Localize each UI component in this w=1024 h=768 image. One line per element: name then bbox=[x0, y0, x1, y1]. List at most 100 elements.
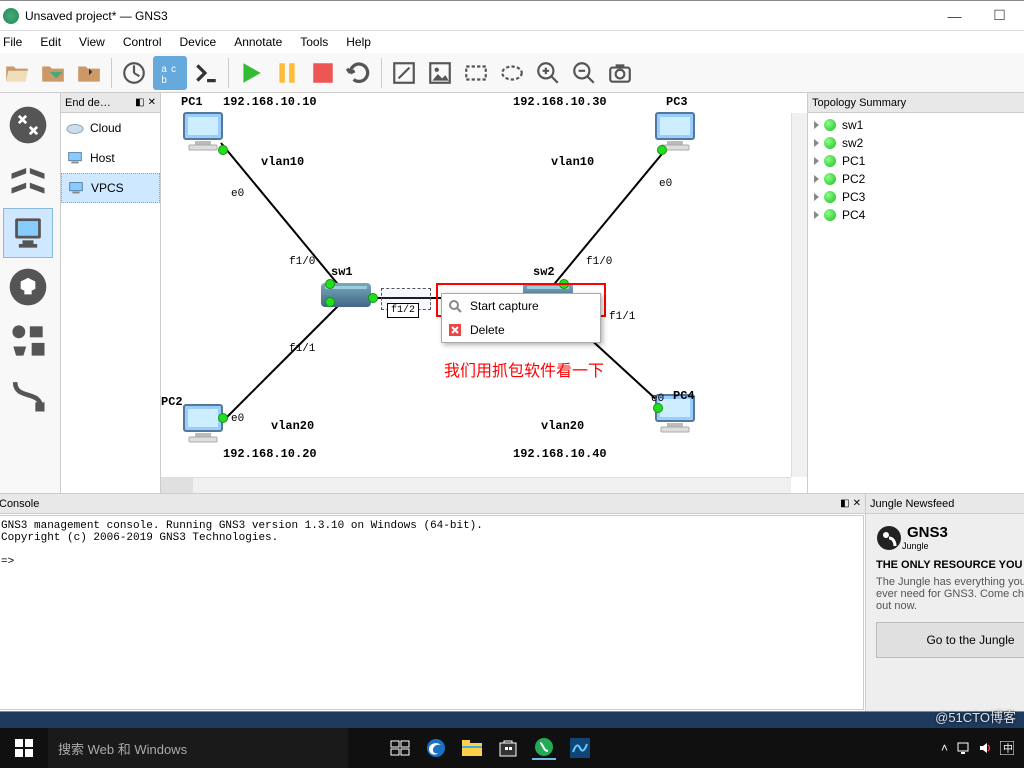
newsfeed-header: Jungle Newsfeed◧✕ bbox=[866, 494, 1024, 514]
store-icon[interactable] bbox=[496, 736, 520, 760]
topology-header: Topology Summary◧✕ bbox=[808, 93, 1024, 113]
windows-taskbar: 搜索 Web 和 Windows ˄ 中 bbox=[0, 728, 1024, 768]
status-dot-icon bbox=[824, 209, 836, 221]
devices-panel-header: End de…◧✕ bbox=[61, 93, 160, 113]
label-pc4: PC4 bbox=[673, 389, 695, 403]
menu-view[interactable]: View bbox=[79, 35, 105, 49]
image-icon[interactable] bbox=[423, 56, 457, 90]
annotation-text: 我们用抓包软件看一下 bbox=[444, 357, 604, 381]
all-devices-icon[interactable] bbox=[3, 316, 53, 366]
console-output[interactable]: GNS3 management console. Running GNS3 ve… bbox=[0, 515, 864, 710]
zoom-out-icon[interactable] bbox=[567, 56, 601, 90]
go-to-jungle-button[interactable]: Go to the Jungle bbox=[876, 622, 1024, 658]
play-icon[interactable] bbox=[234, 56, 268, 90]
topology-canvas[interactable]: PC1 PC2 PC3 PC4 sw1 sw2 192.168.10.10 19… bbox=[161, 93, 807, 493]
vlan-label: vlan20 bbox=[271, 419, 314, 433]
ip-pc3: 192.168.10.30 bbox=[513, 95, 607, 109]
menu-file[interactable]: File bbox=[3, 35, 22, 49]
svg-text:b: b bbox=[161, 74, 167, 85]
tray-up-icon[interactable]: ˄ bbox=[941, 741, 948, 755]
tray-volume-icon[interactable] bbox=[978, 741, 992, 755]
node-pc2-icon[interactable] bbox=[179, 403, 227, 443]
port-label: f1/1 bbox=[609, 311, 635, 323]
ctx-delete[interactable]: Delete bbox=[442, 318, 600, 342]
snapshot-icon[interactable] bbox=[117, 56, 151, 90]
start-button[interactable] bbox=[0, 728, 48, 768]
topo-item-sw2[interactable]: sw2 bbox=[814, 134, 1024, 152]
label-pc1: PC1 bbox=[181, 95, 203, 109]
menu-help[interactable]: Help bbox=[346, 35, 371, 49]
router-category-icon[interactable] bbox=[3, 100, 53, 150]
edge-icon[interactable] bbox=[424, 736, 448, 760]
security-category-icon[interactable] bbox=[3, 262, 53, 312]
import-icon[interactable] bbox=[72, 56, 106, 90]
topo-item-pc4[interactable]: PC4 bbox=[814, 206, 1024, 224]
link-endpoint bbox=[325, 279, 335, 289]
port-label: e0 bbox=[651, 393, 664, 405]
news-headline: THE ONLY RESOURCE YOU NEED bbox=[876, 559, 1024, 571]
port-label: f1/0 bbox=[289, 256, 315, 268]
svg-text:c: c bbox=[171, 63, 176, 74]
status-dot-icon bbox=[824, 119, 836, 131]
link-tool-icon[interactable] bbox=[3, 370, 53, 420]
label-sw1: sw1 bbox=[331, 265, 353, 279]
status-dot-icon bbox=[824, 191, 836, 203]
ctx-start-capture[interactable]: Start capture bbox=[442, 294, 600, 318]
panel-float-icon[interactable]: ◧ bbox=[135, 97, 144, 108]
newsfeed-panel: Jungle Newsfeed◧✕ GNS3Jungle THE ONLY RE… bbox=[865, 494, 1024, 711]
tray-ime-icon[interactable]: 中 bbox=[1000, 741, 1014, 755]
device-cloud[interactable]: Cloud bbox=[61, 113, 160, 143]
task-view-icon[interactable] bbox=[388, 736, 412, 760]
end-device-category-icon[interactable] bbox=[3, 208, 53, 258]
note-icon[interactable] bbox=[387, 56, 421, 90]
link-endpoint bbox=[368, 293, 378, 303]
minimize-button[interactable]: — bbox=[932, 1, 977, 30]
menu-tools[interactable]: Tools bbox=[300, 35, 328, 49]
title-bar: Unsaved project* — GNS3 — ☐ ✕ bbox=[0, 1, 1024, 31]
link-endpoint bbox=[218, 413, 228, 423]
menu-device[interactable]: Device bbox=[180, 35, 217, 49]
switch-category-icon[interactable] bbox=[3, 154, 53, 204]
screenshot-icon[interactable] bbox=[603, 56, 637, 90]
taskbar-search[interactable]: 搜索 Web 和 Windows bbox=[48, 728, 348, 768]
app-taskbar-icon[interactable] bbox=[532, 736, 556, 760]
canvas-scroll-v[interactable] bbox=[791, 113, 807, 477]
show-names-icon[interactable]: acb bbox=[153, 56, 187, 90]
panel-close-icon[interactable]: ✕ bbox=[148, 97, 156, 108]
svg-text:a: a bbox=[161, 63, 167, 74]
label-pc3: PC3 bbox=[666, 95, 688, 109]
console-icon[interactable] bbox=[189, 56, 223, 90]
stop-icon[interactable] bbox=[306, 56, 340, 90]
explorer-icon[interactable] bbox=[460, 736, 484, 760]
open-icon[interactable] bbox=[0, 56, 34, 90]
wireshark-taskbar-icon[interactable] bbox=[568, 736, 592, 760]
status-dot-icon bbox=[824, 137, 836, 149]
menu-annotate[interactable]: Annotate bbox=[234, 35, 282, 49]
device-host[interactable]: Host bbox=[61, 143, 160, 173]
link-endpoint bbox=[218, 145, 228, 155]
ellipse-icon[interactable] bbox=[495, 56, 529, 90]
device-vpcs[interactable]: VPCS bbox=[61, 173, 160, 203]
maximize-button[interactable]: ☐ bbox=[977, 1, 1022, 30]
system-tray[interactable]: ˄ 中 bbox=[931, 741, 1024, 755]
menu-edit[interactable]: Edit bbox=[40, 35, 61, 49]
topo-item-pc2[interactable]: PC2 bbox=[814, 170, 1024, 188]
panel-float-icon[interactable]: ◧ bbox=[840, 498, 849, 509]
zoom-in-icon[interactable] bbox=[531, 56, 565, 90]
reload-icon[interactable] bbox=[342, 56, 376, 90]
label-sw2: sw2 bbox=[533, 265, 555, 279]
save-icon[interactable] bbox=[36, 56, 70, 90]
topo-item-pc3[interactable]: PC3 bbox=[814, 188, 1024, 206]
app-icon bbox=[3, 8, 19, 24]
gns3-logo: GNS3Jungle bbox=[876, 524, 1024, 551]
tray-network-icon[interactable] bbox=[956, 741, 970, 755]
panel-close-icon[interactable]: ✕ bbox=[853, 498, 861, 509]
menu-control[interactable]: Control bbox=[123, 35, 162, 49]
status-dot-icon bbox=[824, 155, 836, 167]
pause-icon[interactable] bbox=[270, 56, 304, 90]
status-dot-icon bbox=[824, 173, 836, 185]
topo-item-pc1[interactable]: PC1 bbox=[814, 152, 1024, 170]
topo-item-sw1[interactable]: sw1 bbox=[814, 116, 1024, 134]
canvas-scroll-h[interactable] bbox=[161, 477, 791, 493]
rectangle-icon[interactable] bbox=[459, 56, 493, 90]
